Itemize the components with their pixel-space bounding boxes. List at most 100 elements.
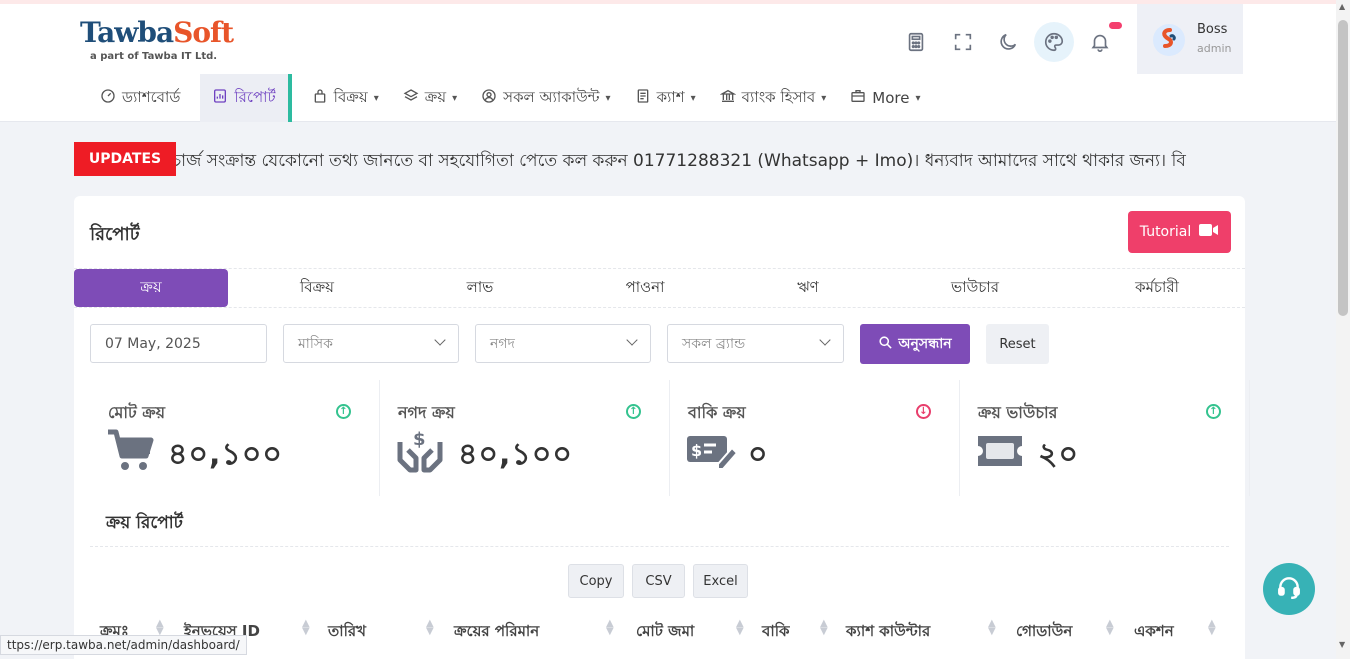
tutorial-button[interactable]: Tutorial (1128, 211, 1231, 253)
arrow-up-icon: ↑ (336, 404, 351, 419)
search-button[interactable]: অনুসন্ধান (860, 324, 970, 364)
logo-brand: TawbaSoft (80, 16, 234, 49)
avatar (1153, 24, 1185, 56)
stat-label: নগদ ক্রয় (398, 403, 455, 422)
nav-accounts[interactable]: সকল অ্যাকাউন্ট ▾ (469, 74, 622, 122)
tab-profit[interactable]: লাভ (420, 269, 540, 307)
palette-icon[interactable] (1034, 22, 1074, 62)
nav-label: ক্রয় (424, 87, 447, 106)
th-total-paid[interactable]: মোট জমা (636, 620, 694, 645)
nav-more[interactable]: More ▾ (838, 74, 932, 122)
scroll-down-arrow[interactable]: ▼ (1339, 640, 1345, 649)
chevron-down-icon: ▾ (821, 92, 827, 104)
search-icon (878, 335, 893, 354)
stat-due-purchase: বাকি ক্রয় ↓ $ ০ (670, 380, 960, 496)
copy-button[interactable]: Copy (568, 564, 624, 598)
nav-purchase[interactable]: ক্রয় ▾ (391, 74, 469, 122)
sort-icon: ▲ ▼ (606, 618, 614, 637)
logo[interactable]: TawbaSoft a part of Tawba IT Ltd. (80, 16, 234, 62)
chevron-down-icon (626, 334, 638, 346)
dashboard-icon (100, 88, 116, 108)
nav-label: রিপোর্ট (234, 87, 276, 106)
briefcase-icon (850, 88, 866, 108)
headset-icon (1276, 574, 1302, 604)
th-action[interactable]: একশন (1134, 620, 1174, 645)
search-label: অনুসন্ধান (898, 336, 952, 352)
nav-bank[interactable]: ব্যাংক হিসাব ▾ (708, 74, 839, 122)
app-header: TawbaSoft a part of Tawba IT Ltd. Boss a… (0, 4, 1336, 122)
svg-text:$: $ (691, 441, 702, 460)
cheque-icon: $ (686, 428, 739, 474)
stat-label: বাকি ক্রয় (688, 403, 746, 422)
nav-label: সকল অ্যাকাউন্ট (503, 87, 600, 106)
brand-select[interactable]: সকল ব্র্যান্ড (667, 324, 844, 363)
payment-select[interactable]: নগদ (475, 324, 651, 363)
th-date[interactable]: তারিখ (328, 620, 366, 645)
tutorial-label: Tutorial (1139, 224, 1192, 240)
sort-icon: ▲ ▼ (426, 618, 434, 637)
chevron-down-icon (819, 334, 831, 346)
user-name: Boss (1197, 22, 1228, 37)
stat-value: ০ (748, 437, 769, 472)
divider (90, 546, 1229, 547)
scrollbar-thumb[interactable] (1338, 20, 1348, 316)
video-camera-icon (1199, 223, 1219, 241)
nav-dashboard[interactable]: ড্যাশবোর্ড (88, 74, 192, 122)
th-godown[interactable]: গোডাউন (1016, 620, 1072, 645)
stat-value: ৪০,১০০ (168, 437, 283, 472)
fullscreen-icon[interactable] (943, 22, 983, 62)
csv-button[interactable]: CSV (632, 564, 685, 598)
payment-value: নগদ (490, 335, 515, 352)
support-chat-button[interactable] (1263, 563, 1315, 615)
report-icon (212, 88, 228, 108)
sort-icon: ▲ ▼ (156, 618, 164, 637)
sort-icon: ▲ ▼ (1106, 618, 1114, 637)
nav-label: ব্যাংক হিসাব (741, 87, 816, 106)
chevron-down-icon (434, 334, 446, 346)
tab-loan[interactable]: ঋণ (748, 269, 868, 307)
bank-icon (719, 88, 737, 108)
vertical-scrollbar[interactable]: ▲ ▼ (1336, 0, 1350, 659)
ticket-icon (976, 428, 1024, 474)
user-menu[interactable]: Boss admin (1137, 4, 1243, 74)
moon-icon[interactable] (988, 22, 1028, 62)
tab-voucher[interactable]: ভাউচার (915, 269, 1035, 307)
nav-cash[interactable]: ক্যাশ ▾ (623, 74, 708, 122)
report-tabs: ক্রয় বিক্রয় লাভ পাওনা ঋণ ভাউচার কর্মচা… (74, 268, 1245, 308)
nav-label: ক্যাশ (656, 87, 685, 106)
nav-label: More (872, 89, 910, 107)
page-title: রিপোর্ট (90, 224, 140, 245)
brand-value: সকল ব্র্যান্ড (682, 335, 746, 352)
th-cash-counter[interactable]: ক্যাশ কাউন্টার (846, 620, 930, 645)
reset-button[interactable]: Reset (986, 324, 1049, 364)
tab-employee[interactable]: কর্মচারী (1097, 269, 1217, 307)
th-due[interactable]: বাকি (762, 620, 789, 645)
sort-icon: ▲ ▼ (1208, 618, 1216, 637)
nav-report[interactable]: রিপোর্ট (200, 74, 292, 122)
stat-total-purchase: মোট ক্রয় ↑ ৪০,১০০ (90, 380, 380, 496)
sort-icon: ▲ ▼ (988, 618, 996, 637)
user-role: admin (1197, 42, 1232, 55)
report-subtitle: ক্রয় রিপোর্ট (106, 513, 183, 533)
tab-receivable[interactable]: পাওনা (585, 269, 705, 307)
excel-button[interactable]: Excel (693, 564, 748, 598)
calculator-icon[interactable] (896, 22, 936, 62)
svg-text:$: $ (413, 429, 426, 450)
notification-badge (1109, 22, 1122, 29)
th-purchase-amount[interactable]: ক্রয়ের পরিমান (454, 620, 539, 645)
date-field[interactable]: 07 May, 2025 (90, 324, 267, 363)
sort-icon: ▲ ▼ (302, 618, 310, 637)
cash-hands-icon: $ (396, 428, 444, 474)
layers-icon (403, 88, 419, 108)
sort-icon: ▲ ▼ (820, 618, 828, 637)
sort-icon: ▲ ▼ (736, 618, 744, 637)
scroll-up-arrow[interactable]: ▲ (1339, 2, 1345, 11)
chevron-down-icon: ▾ (915, 92, 921, 104)
tab-sales[interactable]: বিক্রয় (257, 269, 377, 307)
bag-icon (312, 88, 328, 108)
nav-label: ড্যাশবোর্ড (122, 87, 181, 106)
tab-purchase[interactable]: ক্রয় (74, 269, 228, 307)
period-select[interactable]: মাসিক (283, 324, 459, 363)
nav-sales[interactable]: বিক্রয় ▾ (300, 74, 391, 122)
arrow-up-icon: ↑ (626, 404, 641, 419)
